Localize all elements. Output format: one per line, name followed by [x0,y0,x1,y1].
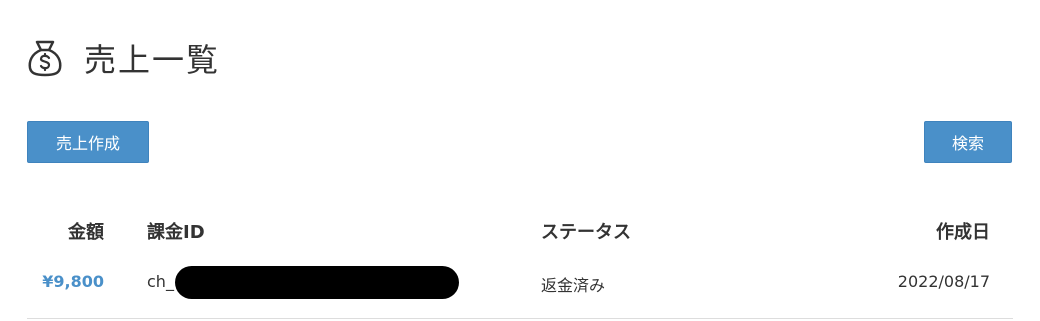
page-title: 売上一覧 [84,41,221,79]
create-sale-button[interactable]: 売上作成 [27,121,149,163]
page-header: 売上一覧 [26,36,220,80]
column-header-created: 作成日 [936,222,990,243]
search-button[interactable]: 検索 [924,121,1012,163]
column-header-amount: 金額 [68,222,104,243]
column-header-charge-id: 課金ID [147,222,205,243]
created-date-cell: 2022/08/17 [897,272,990,291]
amount-link[interactable]: ¥9,800 [42,272,104,291]
redaction-mark [175,266,459,299]
money-bag-icon [26,38,64,78]
row-divider [27,318,1013,319]
column-header-status: ステータス [541,222,631,243]
status-cell: 返金済み [541,276,606,295]
charge-id-cell: ch_ [147,272,174,291]
